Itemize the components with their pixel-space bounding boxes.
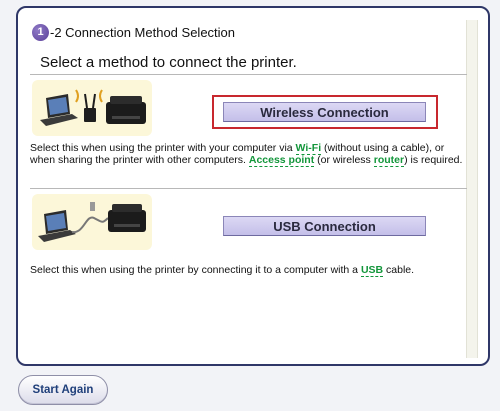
term-usb-link[interactable]: USB bbox=[360, 264, 384, 277]
connection-method-panel: 1 -2 Connection Method Selection Select … bbox=[16, 6, 490, 366]
wireless-description: Select this when using the printer with … bbox=[30, 142, 463, 167]
divider bbox=[30, 74, 467, 75]
step-title: -2 Connection Method Selection bbox=[50, 24, 236, 40]
laptop-icon bbox=[38, 210, 76, 242]
usb-illustration bbox=[32, 194, 152, 250]
divider bbox=[30, 188, 467, 189]
wireless-connection-button[interactable]: Wireless Connection bbox=[223, 102, 426, 122]
term-router-link[interactable]: router bbox=[373, 154, 405, 167]
printer-icon bbox=[108, 204, 146, 232]
step-number-badge: 1 bbox=[32, 23, 49, 41]
wireless-illustration bbox=[32, 80, 152, 136]
usb-description: Select this when using the printer by co… bbox=[30, 264, 415, 277]
page-heading: Select a method to connect the printer. bbox=[40, 54, 297, 71]
step-header: 1 -2 Connection Method Selection bbox=[32, 22, 235, 42]
start-again-button[interactable]: Start Again bbox=[18, 375, 108, 405]
laptop-icon bbox=[40, 94, 78, 126]
usb-connection-button[interactable]: USB Connection bbox=[223, 216, 426, 236]
printer-icon bbox=[106, 96, 146, 124]
usb-cable-icon bbox=[71, 202, 109, 234]
wireless-router-icon bbox=[75, 89, 103, 122]
term-access-point-link[interactable]: Access point bbox=[248, 154, 315, 167]
scrollbar-track[interactable] bbox=[466, 20, 478, 358]
